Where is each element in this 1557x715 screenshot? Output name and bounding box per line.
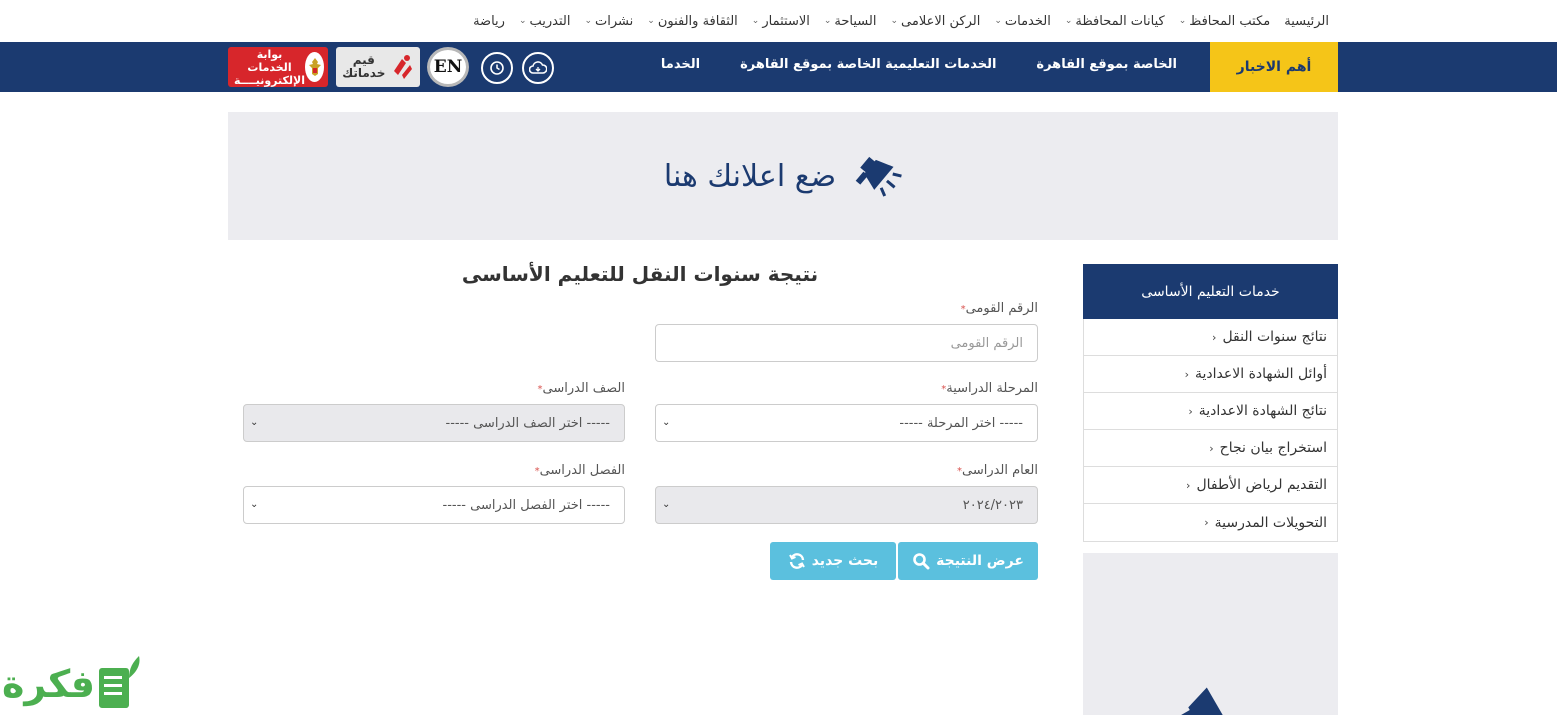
chevron-left-icon: ‹ xyxy=(1204,516,1209,529)
language-en-button[interactable]: EN xyxy=(427,47,469,87)
sidebar-item-label: أوائل الشهادة الاعدادية xyxy=(1195,366,1327,382)
nav-item[interactable]: السياحة ⌄ xyxy=(824,14,877,29)
watermark-text: فكرة xyxy=(2,662,96,706)
nav-item-label: نشرات xyxy=(595,13,634,29)
nav-item[interactable]: الركن الاعلامى ⌄ xyxy=(890,14,980,29)
nav-item[interactable]: التدريب ⌄ xyxy=(519,14,571,29)
sidebar-item[interactable]: أوائل الشهادة الاعدادية ‹ xyxy=(1084,356,1337,393)
chevron-down-icon: ⌄ xyxy=(662,417,671,428)
sidebar-menu: نتائج سنوات النقل ‹ أوائل الشهادة الاعدادي… xyxy=(1083,319,1338,542)
nav-item-label: السياحة xyxy=(834,13,877,29)
nav-item-label: الثقافة والفنون xyxy=(657,13,738,29)
clock-icon[interactable] xyxy=(481,52,513,84)
news-ticker: الخاصة بموقع القاهرة الخدمات التعليمية ا… xyxy=(661,42,1177,86)
nav-item-label: مكتب المحافظ xyxy=(1189,13,1271,29)
chevron-left-icon: ‹ xyxy=(1184,367,1190,381)
sidebar-item[interactable]: التحويلات المدرسية ‹ xyxy=(1084,504,1337,541)
year-select[interactable]: ٢٠٢٤/٢٠٢٣ ⌄ xyxy=(655,486,1038,524)
sidebar-item-label: نتائج الشهادة الاعدادية xyxy=(1198,403,1327,419)
ad-banner-text: ضع اعلانك هنا xyxy=(663,158,837,194)
show-result-button[interactable]: عرض النتيجة xyxy=(898,542,1038,580)
chevron-down-icon: ⌄ xyxy=(1064,16,1073,26)
nav-item[interactable]: نشرات ⌄ xyxy=(584,14,633,29)
top-news-button[interactable]: أهم الاخبار xyxy=(1210,42,1338,92)
chevron-down-icon: ⌄ xyxy=(647,16,655,26)
ticker-item[interactable]: الخاصة بموقع القاهرة xyxy=(1036,57,1177,72)
grade-select[interactable]: ----- اختر الصف الدراسى ----- ⌄ xyxy=(243,404,625,442)
chevron-down-icon: ⌄ xyxy=(584,16,593,26)
stage-select[interactable]: ----- اختر المرحلة ----- ⌄ xyxy=(655,404,1038,442)
sidebar-title: خدمات التعليم الأساسى xyxy=(1083,264,1338,319)
nav-item-label: التدريب xyxy=(529,13,571,29)
top-nav-list: الرئيسية مكتب المحافظ ⌄ كيانات المحافظة ⌄ الخ… xyxy=(473,0,1329,42)
chevron-left-icon: ‹ xyxy=(1188,404,1193,418)
nav-item-label: الاستثمار xyxy=(762,13,810,29)
rate-services-label: قيم خدماتك xyxy=(342,53,386,80)
nav-item-label: رياضة xyxy=(473,13,505,29)
chevron-left-icon: ‹ xyxy=(1186,478,1191,492)
term-label: الفصل الدراسى* xyxy=(534,463,625,478)
nav-item[interactable]: الاستثمار ⌄ xyxy=(752,14,810,29)
national-id-label: الرقم القومى* xyxy=(960,301,1038,316)
refresh-icon xyxy=(788,553,805,569)
page-title: نتيجة سنوات النقل للتعليم الأساسى xyxy=(461,262,819,286)
chevron-down-icon: ⌄ xyxy=(518,16,527,26)
header-bar: أهم الاخبار الخاصة بموقع القاهرة الخدمات… xyxy=(0,42,1557,92)
sidebar-item-label: استخراج بيان نجاح xyxy=(1219,440,1327,456)
megaphone-icon xyxy=(1181,687,1226,715)
chevron-down-icon: ⌄ xyxy=(751,16,760,26)
sidebar-item[interactable]: نتائج سنوات النقل ‹ xyxy=(1084,319,1337,356)
ticker-item[interactable]: الخدما xyxy=(661,57,700,72)
year-label: العام الدراسى* xyxy=(956,463,1038,478)
chevron-down-icon: ⌄ xyxy=(250,417,259,428)
cloud-icon[interactable] xyxy=(522,52,554,84)
megaphone-icon xyxy=(855,156,902,197)
grade-label: الصف الدراسى* xyxy=(537,381,625,396)
chevron-down-icon: ⌄ xyxy=(994,16,1002,26)
nav-item[interactable]: الرئيسية xyxy=(1284,14,1329,29)
site-watermark-logo: فكرة xyxy=(2,654,152,714)
term-select[interactable]: ----- اختر الفصل الدراسى ----- ⌄ xyxy=(243,486,625,524)
nav-item[interactable]: الثقافة والفنون ⌄ xyxy=(647,14,738,29)
e-services-label: بوابة الخدمات الإلكترونيــــة xyxy=(234,47,305,87)
sidebar-ad[interactable] xyxy=(1083,553,1338,715)
sidebar-item-label: نتائج سنوات النقل xyxy=(1222,329,1327,345)
chevron-down-icon: ⌄ xyxy=(1178,16,1187,26)
nav-item-label: كيانات المحافظة xyxy=(1075,13,1165,29)
sidebar-item[interactable]: التقديم لرياض الأطفال ‹ xyxy=(1084,467,1337,504)
nav-item[interactable]: كيانات المحافظة ⌄ xyxy=(1065,14,1165,29)
nav-item-label: الخدمات xyxy=(1004,13,1051,29)
chevron-down-icon: ⌄ xyxy=(823,16,832,26)
chevron-left-icon: ‹ xyxy=(1209,441,1214,455)
chevron-down-icon: ⌄ xyxy=(890,16,899,26)
national-id-input[interactable]: الرقم القومى xyxy=(655,324,1038,362)
ad-banner[interactable]: ضع اعلانك هنا xyxy=(228,112,1338,240)
nav-item-label: الرئيسية xyxy=(1284,13,1329,29)
stage-label: المرحلة الدراسية* xyxy=(941,381,1038,396)
sidebar-item-label: التحويلات المدرسية xyxy=(1214,514,1327,531)
nav-item[interactable]: رياضة xyxy=(473,14,505,29)
new-search-button[interactable]: بحث جديد xyxy=(770,542,896,580)
chevron-down-icon: ⌄ xyxy=(662,499,671,510)
rate-services-button[interactable]: قيم خدماتك xyxy=(336,47,420,87)
ticker-item[interactable]: الخدمات التعليمية الخاصة بموقع القاهرة xyxy=(740,57,996,72)
book-icon xyxy=(99,656,140,708)
top-navigation: الرئيسية مكتب المحافظ ⌄ كيانات المحافظة ⌄ الخ… xyxy=(0,0,1557,42)
nav-item[interactable]: الخدمات ⌄ xyxy=(994,14,1051,29)
nav-item-label: الركن الاعلامى xyxy=(901,13,981,29)
rate-services-icon xyxy=(393,55,412,79)
chevron-down-icon: ⌄ xyxy=(250,499,259,510)
nav-item[interactable]: مكتب المحافظ ⌄ xyxy=(1179,14,1271,29)
sidebar-item-label: التقديم لرياض الأطفال xyxy=(1196,477,1327,493)
search-icon xyxy=(913,553,930,570)
sidebar-item[interactable]: نتائج الشهادة الاعدادية ‹ xyxy=(1084,393,1337,430)
sidebar-item[interactable]: استخراج بيان نجاح ‹ xyxy=(1084,430,1337,467)
egypt-eagle-icon xyxy=(305,52,324,82)
e-services-portal-button[interactable]: بوابة الخدمات الإلكترونيــــة xyxy=(228,47,328,87)
chevron-left-icon: ‹ xyxy=(1212,330,1217,344)
